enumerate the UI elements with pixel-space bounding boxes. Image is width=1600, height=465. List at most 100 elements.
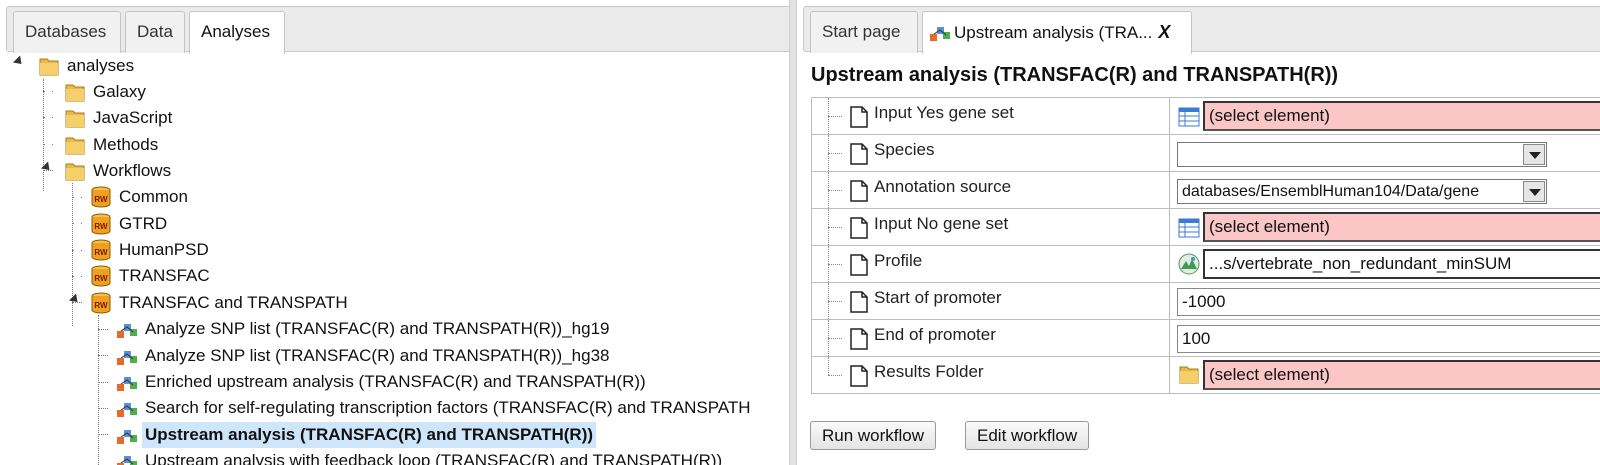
tree-node-galaxy[interactable]: Galaxy <box>64 79 149 105</box>
document-icon <box>850 365 868 387</box>
workflow-icon <box>117 351 137 365</box>
chevron-down-icon[interactable] <box>1523 181 1545 202</box>
panel-splitter[interactable] <box>789 0 797 465</box>
repository-tabbar: Databases Data Analyses <box>6 6 798 54</box>
tree-node-label: TRANSFAC <box>119 266 210 285</box>
tree-node-common[interactable]: RW Common <box>90 184 191 210</box>
input-no-gene-set-field[interactable]: (select element) <box>1203 212 1600 242</box>
param-label: Results Folder <box>874 362 984 381</box>
document-icon <box>850 291 868 313</box>
param-row-profile: Profile ...s/vertebrate_non_redundant_mi… <box>811 246 1600 283</box>
tree-node-label: Methods <box>93 135 159 154</box>
document-icon <box>850 254 868 276</box>
workflow-icon <box>117 430 137 444</box>
species-select[interactable] <box>1177 142 1547 167</box>
tab-upstream-analysis[interactable]: Upstream analysis (TRA... X <box>922 11 1192 54</box>
param-row-annotation-source: Annotation source databases/EnsemblHuman… <box>811 172 1600 209</box>
folder-icon <box>65 84 85 102</box>
tab-start-page[interactable]: Start page <box>810 11 918 53</box>
svg-text:RW: RW <box>94 248 108 257</box>
folder-icon <box>39 58 59 76</box>
expand-methods[interactable] <box>44 138 52 150</box>
param-row-results-folder: Results Folder (select element) <box>811 357 1600 394</box>
tree-item-upstream-feedback-loop[interactable]: Upstream analysis with feedback loop (TR… <box>116 448 725 465</box>
document-icon <box>850 143 868 165</box>
tree-node-label: GTRD <box>119 214 168 233</box>
param-row-input-yes: Input Yes gene set (select element) <box>811 98 1600 135</box>
document-icon <box>850 328 868 350</box>
end-of-promoter-input[interactable]: 100 <box>1177 325 1600 353</box>
results-folder-field[interactable]: (select element) <box>1203 360 1600 390</box>
tree-item-analyze-snp-hg38[interactable]: Analyze SNP list (TRANSFAC(R) and TRANSP… <box>116 343 612 369</box>
folder-icon <box>65 110 85 128</box>
repository-icon: RW <box>91 265 111 287</box>
folder-icon <box>65 163 85 181</box>
tree-item-self-regulating-tf[interactable]: Search for self-regulating transcription… <box>116 395 754 421</box>
param-row-species: Species <box>811 135 1600 172</box>
tree-node-transfac[interactable]: RW TRANSFAC <box>90 263 213 289</box>
tree-item-label: Analyze SNP list (TRANSFAC(R) and TRANSP… <box>145 346 610 365</box>
expand-galaxy[interactable] <box>44 85 52 97</box>
tree-item-label: Upstream analysis with feedback loop (TR… <box>145 451 723 465</box>
tab-data[interactable]: Data <box>125 11 185 53</box>
repository-icon: RW <box>91 186 111 208</box>
expand-transfac-transpath[interactable] <box>68 293 82 306</box>
param-label: End of promoter <box>874 325 996 344</box>
tree-item-analyze-snp-hg19[interactable]: Analyze SNP list (TRANSFAC(R) and TRANSP… <box>116 316 612 342</box>
param-row-end-promoter: End of promoter 100 <box>811 320 1600 357</box>
svg-text:RW: RW <box>94 301 108 310</box>
tree-item-label: Upstream analysis (TRANSFAC(R) and TRANS… <box>142 422 597 448</box>
document-icon <box>850 180 868 202</box>
annotation-source-select[interactable]: databases/EnsemblHuman104/Data/gene <box>1177 179 1547 204</box>
chevron-down-icon[interactable] <box>1523 144 1545 165</box>
tree-node-label: HumanPSD <box>119 240 209 259</box>
tree-item-upstream-analysis[interactable]: Upstream analysis (TRANSFAC(R) and TRANS… <box>116 422 597 448</box>
document-panel: Start page Upstream analysis (TRA... X Up… <box>797 0 1600 465</box>
tree-node-label: TRANSFAC and TRANSPATH <box>119 293 348 312</box>
tree-node-workflows[interactable]: Workflows <box>64 158 174 184</box>
select-value: databases/EnsemblHuman104/Data/gene <box>1182 183 1480 200</box>
expand-javascript[interactable] <box>44 111 52 123</box>
tree-node-analyses[interactable]: analyses <box>38 53 137 79</box>
expand-transfac[interactable] <box>73 270 81 282</box>
tree-node-label: JavaScript <box>93 108 173 127</box>
folder-icon <box>1179 366 1199 384</box>
param-label: Input No gene set <box>874 214 1009 233</box>
input-yes-gene-set-field[interactable]: (select element) <box>1203 101 1600 131</box>
tree-item-label: Search for self-regulating transcription… <box>145 398 751 417</box>
tree-item-enriched-upstream[interactable]: Enriched upstream analysis (TRANSFAC(R) … <box>116 369 649 395</box>
tree-node-gtrd[interactable]: RW GTRD <box>90 211 170 237</box>
close-icon[interactable]: X <box>1158 22 1170 42</box>
edit-workflow-button[interactable]: Edit workflow <box>965 421 1090 450</box>
workflow-icon <box>117 403 137 417</box>
table-icon <box>1178 218 1200 238</box>
run-workflow-button[interactable]: Run workflow <box>810 421 937 450</box>
tree-node-transfac-transpath[interactable]: RW TRANSFAC and TRANSPATH <box>90 290 351 316</box>
tree-item-label: Analyze SNP list (TRANSFAC(R) and TRANSP… <box>145 319 610 338</box>
repository-icon: RW <box>91 213 111 235</box>
param-label: Profile <box>874 251 923 270</box>
tree-node-humanpsd[interactable]: RW HumanPSD <box>90 237 212 263</box>
start-of-promoter-input[interactable]: -1000 <box>1177 288 1600 316</box>
svg-text:RW: RW <box>94 195 108 204</box>
folder-icon <box>65 137 85 155</box>
workflow-icon <box>117 324 137 338</box>
expand-common[interactable] <box>73 191 81 203</box>
expand-humanpsd[interactable] <box>73 244 81 256</box>
expand-analyses[interactable] <box>12 55 26 68</box>
tree-node-javascript[interactable]: JavaScript <box>64 105 175 131</box>
parameters-table: Input Yes gene set (select element) Spec… <box>811 97 1600 394</box>
svg-text:RW: RW <box>94 222 108 231</box>
tree-node-label: analyses <box>67 56 135 75</box>
tree-node-label: Galaxy <box>93 82 146 101</box>
tab-databases[interactable]: Databases <box>13 11 121 53</box>
repository-panel: Databases Data Analyses analyses Galaxy … <box>0 0 800 465</box>
tab-analyses[interactable]: Analyses <box>189 11 285 54</box>
param-label: Annotation source <box>874 177 1012 196</box>
param-row-input-no: Input No gene set (select element) <box>811 209 1600 246</box>
repository-icon: RW <box>91 292 111 314</box>
tree-node-methods[interactable]: Methods <box>64 132 161 158</box>
profile-field[interactable]: ...s/vertebrate_non_redundant_minSUM <box>1203 249 1600 279</box>
expand-gtrd[interactable] <box>73 217 81 229</box>
param-label: Species <box>874 140 935 159</box>
